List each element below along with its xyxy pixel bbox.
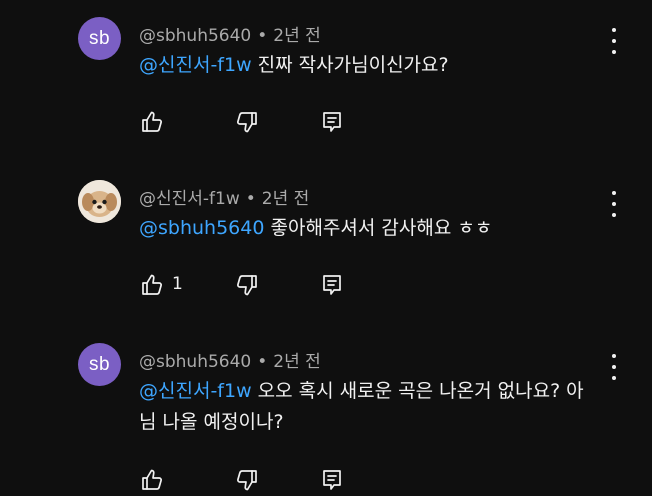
comment-meta: @sbhuh5640 • 2년 전 [139, 21, 321, 46]
reply-icon [323, 112, 341, 132]
like-button[interactable] [138, 466, 166, 494]
reply-button[interactable] [318, 108, 346, 136]
dog-avatar-icon [78, 180, 121, 223]
more-vertical-icon[interactable] [606, 354, 622, 380]
thumb-down-icon [236, 470, 257, 491]
comment-text: @신진서-f1w 오오 혹시 새로운 곡은 나온거 없나요? 아님 나올 예정이… [139, 376, 599, 438]
reply-icon [323, 275, 341, 295]
comment-text: @신진서-f1w 진짜 작사가님이신가요? [139, 50, 609, 81]
avatar[interactable] [78, 180, 121, 223]
mention-link[interactable]: @신진서-f1w [139, 54, 252, 76]
comment-text: @sbhuh5640 좋아해주셔서 감사해요 ㅎㅎ [139, 213, 609, 244]
comment-time[interactable]: 2년 전 [273, 352, 321, 372]
dislike-button[interactable] [233, 108, 261, 136]
meta-separator: • [257, 352, 268, 372]
comment-meta: @신진서-f1w • 2년 전 [139, 184, 309, 209]
comment-author[interactable]: @신진서-f1w [139, 189, 240, 209]
comment-meta: @sbhuh5640 • 2년 전 [139, 347, 321, 372]
mention-link[interactable]: @sbhuh5640 [139, 217, 264, 239]
mention-link[interactable]: @신진서-f1w [139, 380, 252, 402]
thumb-down-icon [236, 275, 257, 296]
thumb-up-icon [142, 274, 163, 295]
dislike-button[interactable] [233, 271, 261, 299]
thumb-up-icon [142, 111, 163, 132]
thumb-down-icon [236, 112, 257, 133]
meta-separator: • [245, 189, 256, 209]
reply-button[interactable] [318, 271, 346, 299]
reply-icon [323, 470, 341, 490]
comment-time[interactable]: 2년 전 [273, 26, 321, 46]
comment-body: 진짜 작사가님이신가요? [251, 54, 449, 76]
thumb-up-icon [142, 469, 163, 490]
dislike-button[interactable] [233, 466, 261, 494]
like-count: 1 [172, 274, 183, 294]
avatar[interactable]: sb [78, 17, 121, 60]
meta-separator: • [257, 26, 268, 46]
like-button[interactable] [138, 271, 166, 299]
comment-time[interactable]: 2년 전 [262, 189, 310, 209]
comment-body: 좋아해주셔서 감사해요 ㅎㅎ [264, 217, 493, 239]
comment-author[interactable]: @sbhuh5640 [139, 26, 251, 46]
like-button[interactable] [138, 108, 166, 136]
reply-button[interactable] [318, 466, 346, 494]
comment-author[interactable]: @sbhuh5640 [139, 352, 251, 372]
avatar[interactable]: sb [78, 343, 121, 386]
